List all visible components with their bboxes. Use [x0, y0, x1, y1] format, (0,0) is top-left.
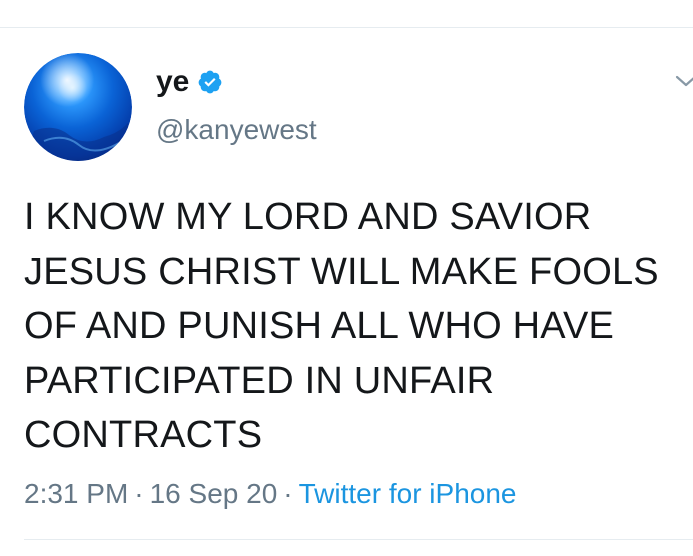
display-name[interactable]: ye [156, 67, 189, 97]
tweet-source-link[interactable]: Twitter for iPhone [299, 478, 517, 509]
avatar[interactable] [24, 53, 132, 161]
bottom-divider [24, 539, 693, 540]
tweet-text: I KNOW MY LORD AND SAVIOR JESUS CHRIST W… [24, 196, 670, 456]
verified-badge-icon [197, 69, 223, 95]
avatar-image [24, 53, 132, 161]
chevron-down-icon[interactable] [675, 72, 693, 90]
meta-separator: · [283, 478, 293, 509]
tweet-time[interactable]: 2:31 PM [24, 478, 128, 509]
meta-separator: · [134, 478, 144, 509]
display-name-row[interactable]: ye [156, 64, 223, 100]
top-divider [0, 27, 693, 28]
tweet-date[interactable]: 16 Sep 20 [150, 478, 278, 509]
user-handle[interactable]: @kanyewest [156, 116, 317, 144]
tweet-meta: 2:31 PM · 16 Sep 20 · Twitter for iPhone [24, 480, 516, 508]
